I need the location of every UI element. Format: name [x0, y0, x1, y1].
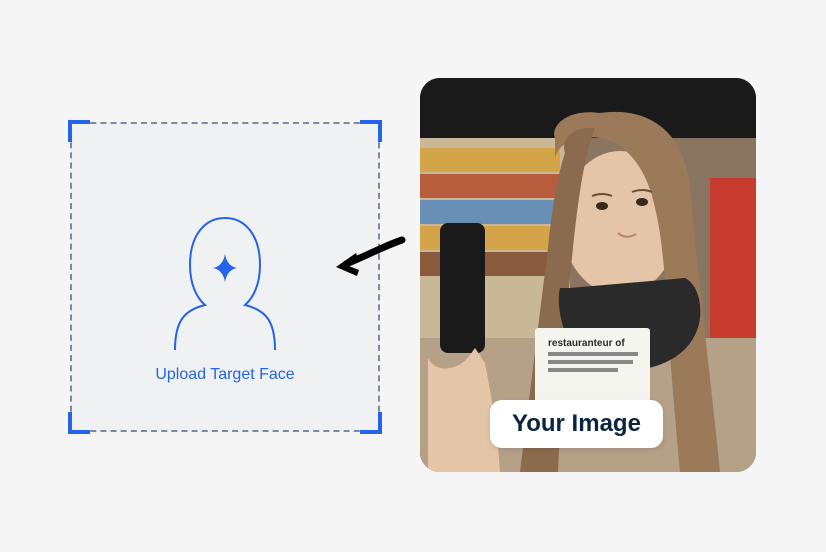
- frame-corner-bl: [68, 412, 90, 434]
- your-image-badge-text: Your Image: [512, 410, 641, 437]
- person-silhouette-icon: [135, 180, 315, 360]
- frame-corner-tl: [68, 120, 90, 142]
- svg-text:restauranteur of: restauranteur of: [548, 338, 625, 349]
- arrow-icon: [326, 234, 408, 284]
- upload-label: Upload Target Face: [155, 366, 294, 384]
- your-image-badge: Your Image: [490, 400, 663, 448]
- plus-sparkle-icon: [209, 252, 241, 284]
- frame-corner-br: [360, 412, 382, 434]
- frame-corner-tr: [360, 120, 382, 142]
